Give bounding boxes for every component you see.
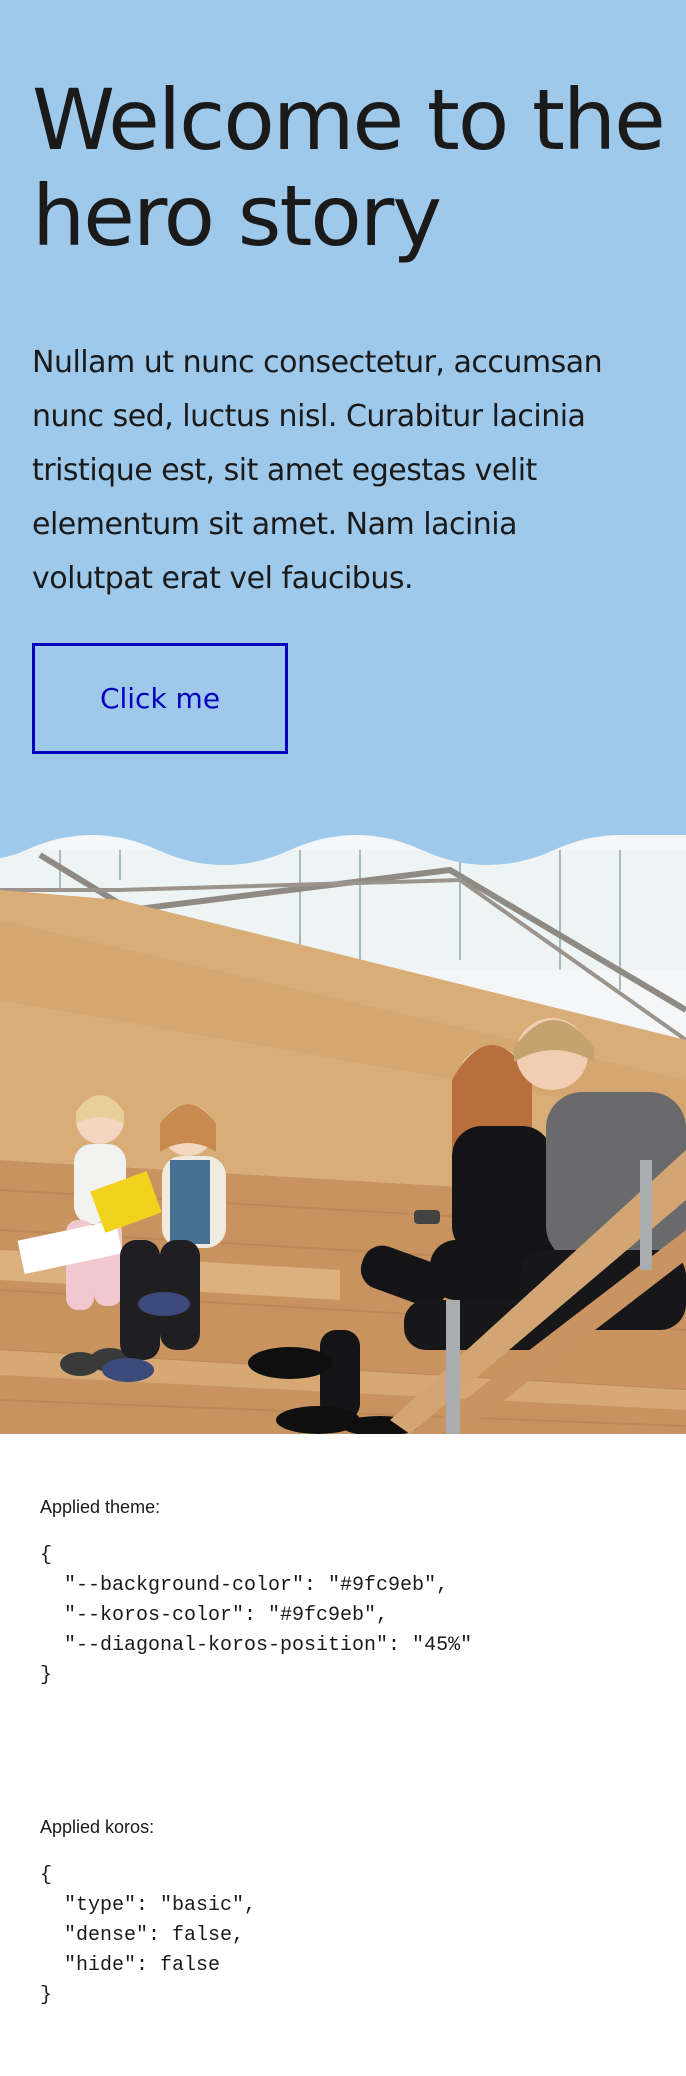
code-line: { bbox=[40, 1544, 53, 1567]
hero-section: Welcome to the hero story Nullam ut nunc… bbox=[0, 0, 686, 880]
code-line: "--koros-color": "#9fc9eb", bbox=[40, 1604, 389, 1627]
code-line: { bbox=[40, 1864, 53, 1887]
click-me-button[interactable]: Click me bbox=[32, 643, 288, 754]
code-line: "--diagonal-koros-position": "45%" bbox=[40, 1634, 473, 1657]
hero-description-line: volutpat erat vel faucibus. bbox=[32, 561, 414, 596]
hero-description-line: tristique est, sit amet egestas velit bbox=[32, 453, 537, 488]
hero-photo bbox=[0, 830, 686, 1434]
code-line: "dense": false, bbox=[40, 1924, 245, 1947]
applied-koros-label: Applied koros: bbox=[40, 1817, 155, 1837]
applied-theme-code: { "--background-color": "#9fc9eb", "--ko… bbox=[40, 1541, 472, 1691]
hero-description-line: elementum sit amet. Nam lacinia bbox=[32, 507, 518, 542]
code-line: "--background-color": "#9fc9eb", bbox=[40, 1574, 449, 1597]
hero-title-line: Welcome to the bbox=[32, 71, 666, 169]
hero-description-line: nunc sed, luctus nisl. Curabitur lacinia bbox=[32, 399, 586, 434]
applied-koros-code: { "type": "basic", "dense": false, "hide… bbox=[40, 1861, 256, 2011]
hero-description-line: Nullam ut nunc consectetur, accumsan bbox=[32, 345, 603, 380]
hero-description: Nullam ut nunc consectetur, accumsan nun… bbox=[32, 336, 662, 606]
koros-wave bbox=[0, 820, 686, 865]
applied-theme-label: Applied theme: bbox=[40, 1497, 161, 1517]
code-line: "type": "basic", bbox=[40, 1894, 257, 1917]
hero-title-line: hero story bbox=[32, 167, 442, 265]
hero-title: Welcome to the hero story bbox=[32, 72, 672, 264]
code-line: } bbox=[40, 1984, 53, 2007]
code-line: } bbox=[40, 1664, 53, 1687]
code-line: "hide": false bbox=[40, 1954, 221, 1977]
